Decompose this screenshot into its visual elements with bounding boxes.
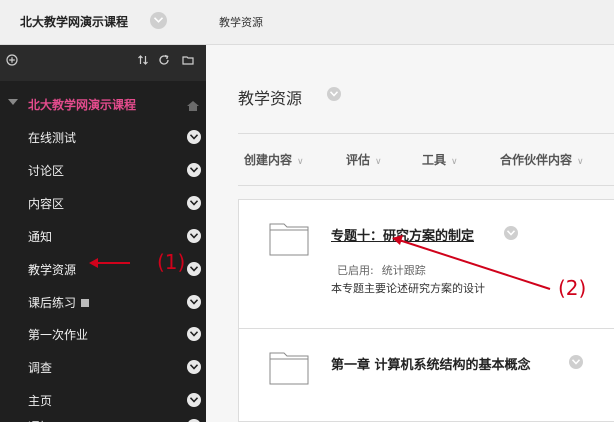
content-item-menu-icon[interactable]	[504, 226, 518, 240]
add-icon[interactable]	[6, 54, 18, 69]
action-toolbar: 创建内容 ∨ 评估 ∨ 工具 ∨ 合作伙伴内容 ∨	[238, 145, 614, 175]
hidden-item-icon	[81, 299, 90, 307]
chevron-down-icon[interactable]	[187, 262, 201, 276]
home-icon[interactable]	[186, 97, 200, 116]
tools-menu[interactable]: 工具 ∨	[422, 151, 458, 168]
breadcrumb-current: 教学资源	[219, 16, 263, 29]
sidebar-item-home[interactable]: 主页	[0, 387, 206, 413]
sidebar-item-content[interactable]: 内容区	[0, 190, 206, 216]
breadcrumb-course-link[interactable]: 北大教学网演示课程	[20, 13, 128, 30]
sidebar-item-label[interactable]: 通知	[28, 228, 52, 245]
tracking-link[interactable]: 统计跟踪	[382, 264, 426, 277]
partner-content-menu[interactable]: 合作伙伴内容 ∨	[500, 151, 584, 168]
content-item-description: 本专题主要论述研究方案的设计	[331, 282, 485, 295]
sidebar-toolbar	[0, 45, 206, 81]
sidebar-course-title[interactable]: 北大教学网演示课程	[28, 96, 136, 113]
content-item: 专题十：研究方案的制定 已启用: 统计跟踪 本专题主要论述研究方案的设计	[238, 199, 614, 329]
chevron-down-icon[interactable]	[187, 196, 201, 210]
chevron-down-icon: ∨	[375, 157, 382, 167]
create-content-menu[interactable]: 创建内容 ∨	[244, 151, 304, 168]
folder-icon[interactable]	[182, 54, 194, 69]
divider	[238, 133, 614, 134]
sidebar-item-online-test[interactable]: 在线测试	[0, 124, 206, 150]
content-item-menu-icon[interactable]	[569, 355, 583, 369]
sidebar-item-label[interactable]: 主页	[28, 392, 52, 409]
annotation-label-2: (2)	[558, 276, 587, 300]
sidebar-item-survey[interactable]: 调查	[0, 354, 206, 380]
chevron-down-icon[interactable]	[187, 229, 201, 243]
chevron-down-icon[interactable]	[187, 130, 201, 144]
sidebar-item-label[interactable]: 内容区	[28, 195, 64, 212]
chevron-down-icon[interactable]	[187, 295, 201, 309]
sidebar-course-header[interactable]: 北大教学网演示课程	[0, 91, 206, 117]
sidebar-item-label[interactable]: 通知	[28, 418, 52, 422]
content-item-title-link[interactable]: 专题十：研究方案的制定	[331, 225, 474, 244]
sidebar-item-first-assignment[interactable]: 第一次作业	[0, 321, 206, 347]
chevron-down-icon[interactable]	[187, 360, 201, 374]
status-enabled-label: 已启用:	[337, 264, 374, 277]
sidebar-item-announcements[interactable]: 通知	[0, 223, 206, 249]
divider	[238, 185, 614, 186]
sort-icon[interactable]	[137, 54, 149, 69]
refresh-icon[interactable]	[158, 54, 170, 69]
folder-icon	[269, 220, 309, 260]
chevron-down-icon[interactable]	[187, 393, 201, 407]
content-area: 教学资源 创建内容 ∨ 评估 ∨ 工具 ∨ 合作伙伴内容 ∨ 专题十：研究方案的制定 已…	[206, 45, 614, 422]
annotation-label-1: (1)	[157, 250, 186, 274]
collapse-caret-icon[interactable]	[8, 99, 18, 105]
breadcrumb-menu-icon[interactable]	[150, 12, 167, 29]
sidebar-item-label[interactable]: 第一次作业	[28, 326, 88, 343]
chevron-down-icon: ∨	[577, 157, 584, 167]
sidebar-item-label[interactable]: 讨论区	[28, 162, 64, 179]
sidebar-item-label[interactable]: 在线测试	[28, 129, 76, 146]
page-title-menu-icon[interactable]	[327, 87, 341, 101]
chevron-down-icon[interactable]	[187, 327, 201, 341]
chevron-down-icon: ∨	[297, 157, 304, 167]
chevron-down-icon[interactable]	[187, 163, 201, 177]
folder-icon	[269, 349, 309, 389]
sidebar-item-discussion[interactable]: 讨论区	[0, 157, 206, 183]
sidebar-item-label[interactable]: 教学资源	[28, 261, 76, 278]
sidebar-item-label[interactable]: 调查	[28, 359, 52, 376]
chevron-down-icon: ∨	[451, 157, 458, 167]
breadcrumb-bar: 北大教学网演示课程 教学资源	[0, 0, 614, 45]
content-item-title-link[interactable]: 第一章 计算机系统结构的基本概念	[331, 354, 531, 373]
sidebar-item-homework[interactable]: 课后练习	[0, 289, 206, 315]
content-item: 第一章 计算机系统结构的基本概念	[238, 328, 614, 422]
sidebar-item-announcements-2[interactable]: 通知	[0, 413, 206, 422]
sidebar-item-label[interactable]: 课后练习	[28, 294, 90, 311]
course-menu-sidebar: 北大教学网演示课程 在线测试 讨论区 内容区 通知 教学资源 课后练习 第一次作…	[0, 45, 206, 422]
content-item-status: 已启用: 统计跟踪	[337, 262, 434, 278]
assessment-menu[interactable]: 评估 ∨	[346, 151, 382, 168]
page-title: 教学资源	[238, 89, 303, 108]
